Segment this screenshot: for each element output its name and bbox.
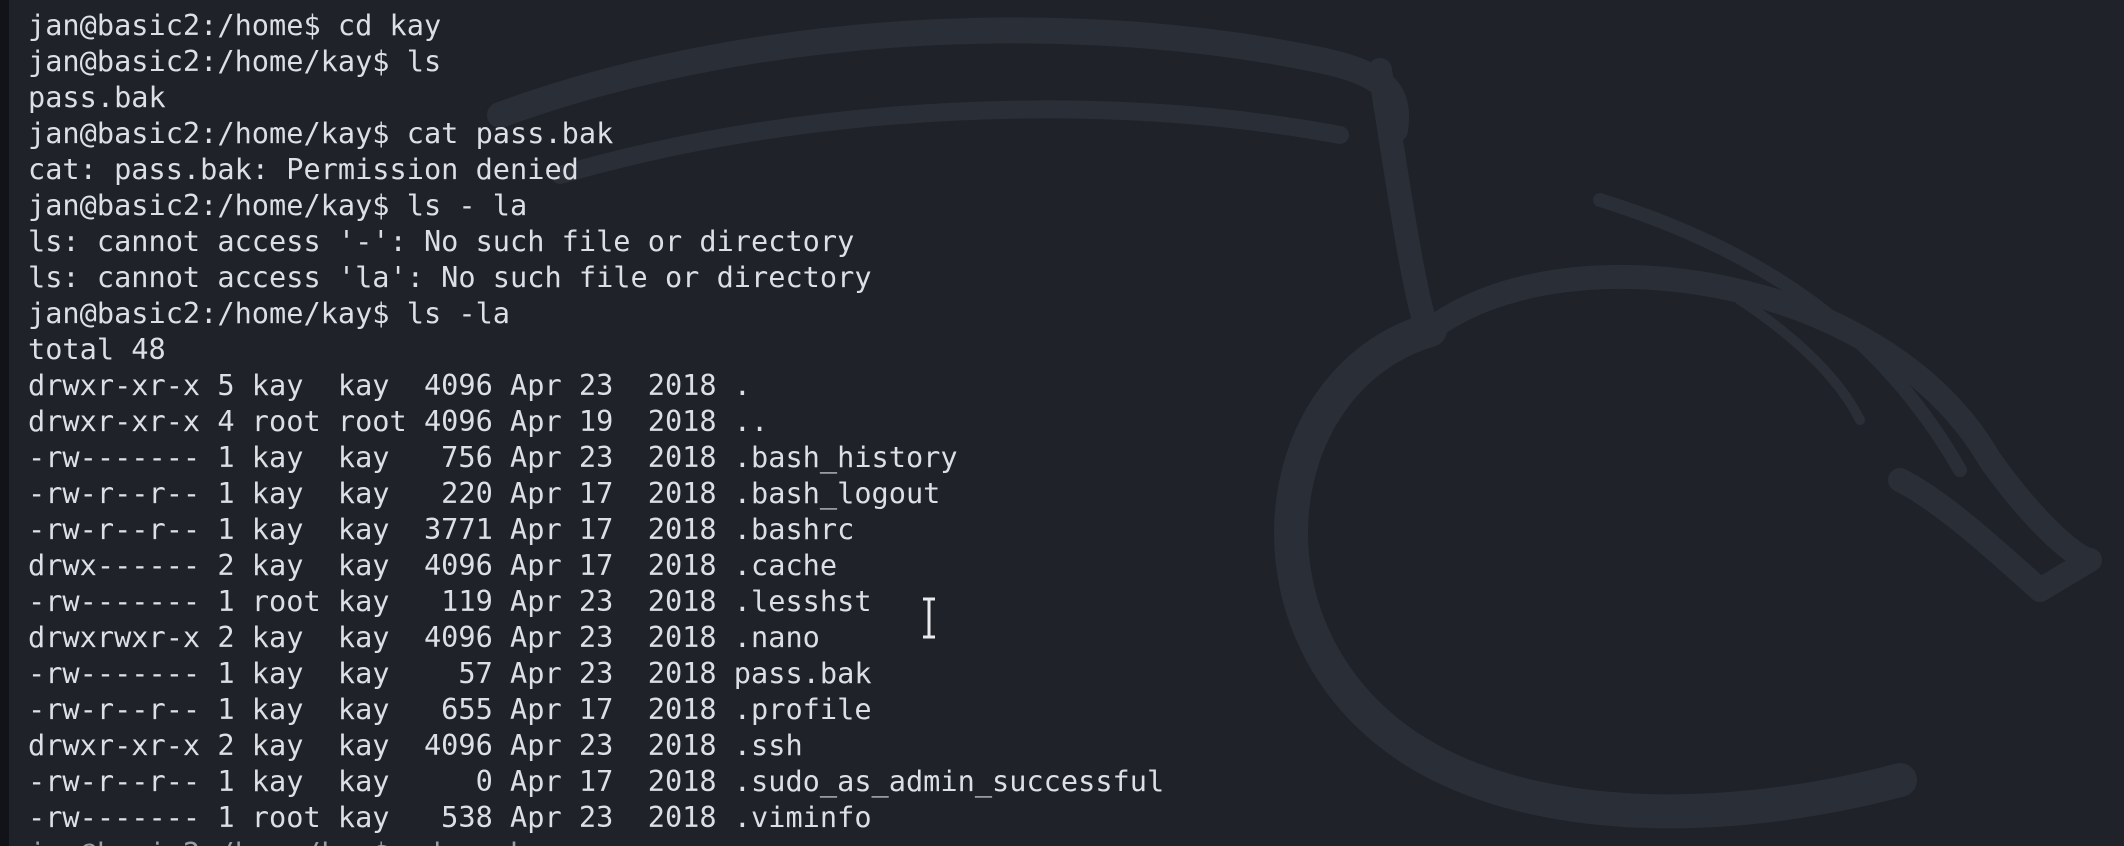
terminal-line: jan@basic2:/home/kay$ cat pass.bak [28, 116, 614, 150]
terminal-line: cat: pass.bak: Permission denied [28, 152, 579, 186]
terminal-output[interactable]: jan@basic2:/home$ cd kay jan@basic2:/home… [28, 7, 1164, 846]
terminal-line: jan@basic2:/home/kay$ ls [28, 44, 442, 78]
terminal-line: drwx------ 2 kay kay 4096 Apr 17 2018 .c… [28, 548, 838, 582]
terminal-line: drwxr-xr-x 2 kay kay 4096 Apr 23 2018 .s… [28, 728, 803, 762]
terminal-line: -rw------- 1 kay kay 57 Apr 23 2018 pass… [28, 656, 872, 690]
terminal-line: ls: cannot access 'la': No such file or … [28, 260, 872, 294]
terminal-line: ls: cannot access '-': No such file or d… [28, 224, 855, 258]
terminal-line: -rw-r--r-- 1 kay kay 655 Apr 17 2018 .pr… [28, 692, 872, 726]
terminal-partial-line: jan@basic2:/home/kay$ cd .ssh [28, 835, 1164, 846]
terminal-line: total 48 [28, 332, 166, 366]
terminal-line: -rw-r--r-- 1 kay kay 0 Apr 17 2018 .sudo… [28, 764, 1165, 798]
terminal-line: jan@basic2:/home/kay$ ls -la [28, 296, 511, 330]
terminal-line: drwxr-xr-x 5 kay kay 4096 Apr 23 2018 . [28, 368, 752, 402]
terminal-window[interactable]: jan@basic2:/home$ cd kay jan@basic2:/home… [0, 0, 2124, 846]
terminal-line: jan@basic2:/home/kay$ ls - la [28, 188, 528, 222]
text-cursor-icon [923, 597, 935, 639]
terminal-line: drwxr-xr-x 4 root root 4096 Apr 19 2018 … [28, 404, 769, 438]
terminal-line: drwxrwxr-x 2 kay kay 4096 Apr 23 2018 .n… [28, 620, 820, 654]
terminal-line: -rw------- 1 kay kay 756 Apr 23 2018 .ba… [28, 440, 958, 474]
terminal-line: -rw------- 1 root kay 538 Apr 23 2018 .v… [28, 800, 872, 834]
terminal-line: -rw------- 1 root kay 119 Apr 23 2018 .l… [28, 584, 872, 618]
terminal-line: pass.bak [28, 80, 166, 114]
terminal-line: jan@basic2:/home$ cd kay [28, 8, 442, 42]
terminal-line: -rw-r--r-- 1 kay kay 3771 Apr 17 2018 .b… [28, 512, 855, 546]
terminal-line: -rw-r--r-- 1 kay kay 220 Apr 17 2018 .ba… [28, 476, 941, 510]
